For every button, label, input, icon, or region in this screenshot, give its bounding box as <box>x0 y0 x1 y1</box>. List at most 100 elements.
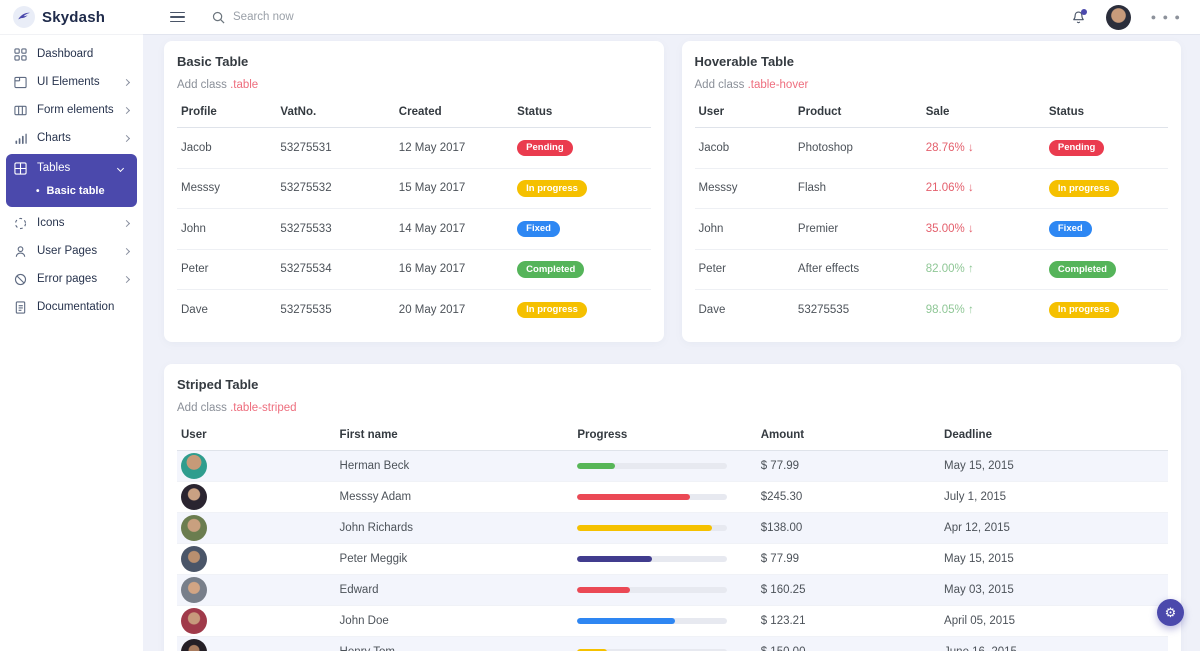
sidebar-item-label: Error pages <box>37 273 98 285</box>
sidebar-item-label: Charts <box>37 132 71 144</box>
status-badge: Completed <box>1048 261 1116 278</box>
card-title: Hoverable Table <box>694 54 794 69</box>
top-navbar: Skydash ● ● ● <box>0 0 1200 34</box>
user-avatar[interactable] <box>1105 4 1131 30</box>
progress-fill <box>577 524 713 531</box>
sidebar-item-error-pages[interactable]: Error pages <box>0 265 143 293</box>
column-header: User <box>177 419 336 451</box>
basic-table: Profile VatNo. Created Status Jacob 5327… <box>177 97 651 330</box>
table-row: John Doe $ 123.21 April 05, 2015 <box>177 605 1168 637</box>
status-badge: In progress <box>1048 301 1119 318</box>
cell-amount: $ 160.25 <box>756 574 941 606</box>
cell-deadline: April 05, 2015 <box>940 605 1168 637</box>
progress-bar <box>577 524 728 531</box>
cell-product: After effects <box>793 249 922 290</box>
table-row[interactable]: Jacob Photoshop 28.76% ↓ Pending <box>694 127 1168 169</box>
cell-sale: 35.00% ↓ <box>925 222 974 235</box>
table-row: John Richards $138.00 Apr 12, 2015 <box>177 512 1168 544</box>
cell-deadline: Apr 12, 2015 <box>940 512 1168 544</box>
table-icon <box>14 161 28 175</box>
cell-vatno: 53275535 <box>280 303 332 316</box>
table-row: Peter Meggik $ 77.99 May 15, 2015 <box>177 543 1168 575</box>
cell-vatno: 53275534 <box>276 249 395 290</box>
sidebar-item-icons[interactable]: Icons <box>0 209 143 237</box>
cell-profile: Jacob <box>177 127 277 169</box>
cell-product: Photoshop <box>793 127 922 169</box>
chevron-down-icon <box>116 164 125 172</box>
status-badge: Fixed <box>517 220 560 237</box>
cell-first-name: John Doe <box>335 605 574 637</box>
status-badge: In progress <box>517 180 587 197</box>
cell-profile: Messsy <box>177 168 277 209</box>
notifications-bell-icon[interactable] <box>1071 8 1087 25</box>
chevron-right-icon <box>122 219 131 227</box>
table-header-row: User First name Progress Amount Deadline <box>177 419 1168 451</box>
bar-chart-icon <box>14 131 28 145</box>
progress-fill <box>577 493 690 500</box>
table-header-row: Profile VatNo. Created Status <box>177 97 651 128</box>
cell-product: 53275535 <box>797 303 850 316</box>
sidebar-subitem-basic-table[interactable]: • Basic table <box>6 182 137 205</box>
menu-toggle-icon[interactable] <box>170 11 185 23</box>
cell-first-name: Edward <box>335 574 574 606</box>
status-badge: In progress <box>1048 180 1119 197</box>
table-row: Jacob 53275531 12 May 2017 Pending <box>177 127 651 169</box>
column-header: Status <box>513 97 651 128</box>
sidebar-item-dashboard[interactable]: Dashboard <box>0 40 143 68</box>
cell-created: 20 May 2017 <box>398 303 466 316</box>
navbar-actions: ● ● ● <box>1071 4 1200 30</box>
avatar <box>181 483 207 510</box>
cell-product: Premier <box>793 208 922 250</box>
sidebar-item-label: User Pages <box>37 245 98 257</box>
sidebar-item-charts[interactable]: Charts <box>0 124 143 152</box>
cell-user: John <box>694 208 794 250</box>
table-row[interactable]: Peter After effects 82.00% ↑ Completed <box>694 249 1168 290</box>
sidebar-subitem-label: Basic table <box>46 185 105 197</box>
sidebar-item-ui-elements[interactable]: UI Elements <box>0 68 143 96</box>
sidebar-active-group: Tables • Basic table <box>6 154 137 207</box>
card-subtitle: Add class .table-hover <box>694 79 809 91</box>
card-title: Striped Table <box>177 376 259 392</box>
cell-first-name: Peter Meggik <box>335 543 574 575</box>
brand[interactable]: Skydash <box>0 6 143 28</box>
chevron-right-icon <box>122 247 131 255</box>
gear-icon: ⚙ <box>1164 604 1177 620</box>
card-subtitle: Add class .table-striped <box>177 401 297 414</box>
sidebar-item-user-pages[interactable]: User Pages <box>0 237 143 265</box>
table-row[interactable]: Dave 53275535 98.05% ↑ In progress <box>695 290 1169 330</box>
main-content: Basic Table Add class .table Profile Vat… <box>143 34 1200 651</box>
settings-fab[interactable]: ⚙ <box>1157 599 1184 626</box>
cell-deadline: July 1, 2015 <box>940 481 1168 513</box>
sidebar-item-documentation[interactable]: Documentation <box>0 293 143 321</box>
document-icon <box>14 300 28 314</box>
column-header: Profile <box>177 97 277 128</box>
table-row: Messsy Adam $245.30 July 1, 2015 <box>177 481 1168 513</box>
sidebar-item-tables[interactable]: Tables <box>6 154 137 182</box>
column-header: Deadline <box>940 419 1168 451</box>
table-row[interactable]: Messsy Flash 21.06% ↓ In progress <box>694 168 1168 209</box>
cell-first-name: John Richards <box>335 512 574 544</box>
search-input[interactable] <box>233 11 423 23</box>
columns-icon <box>14 103 28 117</box>
cell-vatno: 53275531 <box>276 127 395 169</box>
sidebar-item-label: Documentation <box>37 301 115 313</box>
cell-user: Jacob <box>694 127 794 169</box>
progress-bar <box>577 555 728 562</box>
code-snippet: .table-hover <box>747 79 809 91</box>
cell-profile: Peter <box>177 249 277 290</box>
progress-bar <box>577 462 728 469</box>
cell-created: 14 May 2017 <box>394 208 514 250</box>
hoverable-table-card: Hoverable Table Add class .table-hover U… <box>681 41 1181 342</box>
table-row: John 53275533 14 May 2017 Fixed <box>177 208 651 250</box>
sidebar-item-label: Dashboard <box>37 48 94 60</box>
search-bar <box>212 11 423 24</box>
cell-deadline: May 15, 2015 <box>940 543 1168 575</box>
more-options-icon[interactable]: ● ● ● <box>1151 12 1182 22</box>
table-row[interactable]: John Premier 35.00% ↓ Fixed <box>694 208 1168 250</box>
code-snippet: .table <box>230 79 259 91</box>
cell-sale: 98.05% ↑ <box>925 303 974 316</box>
status-badge: Completed <box>517 261 585 278</box>
avatar <box>181 514 207 541</box>
brand-name: Skydash <box>42 8 106 26</box>
sidebar-item-form-elements[interactable]: Form elements <box>0 96 143 124</box>
